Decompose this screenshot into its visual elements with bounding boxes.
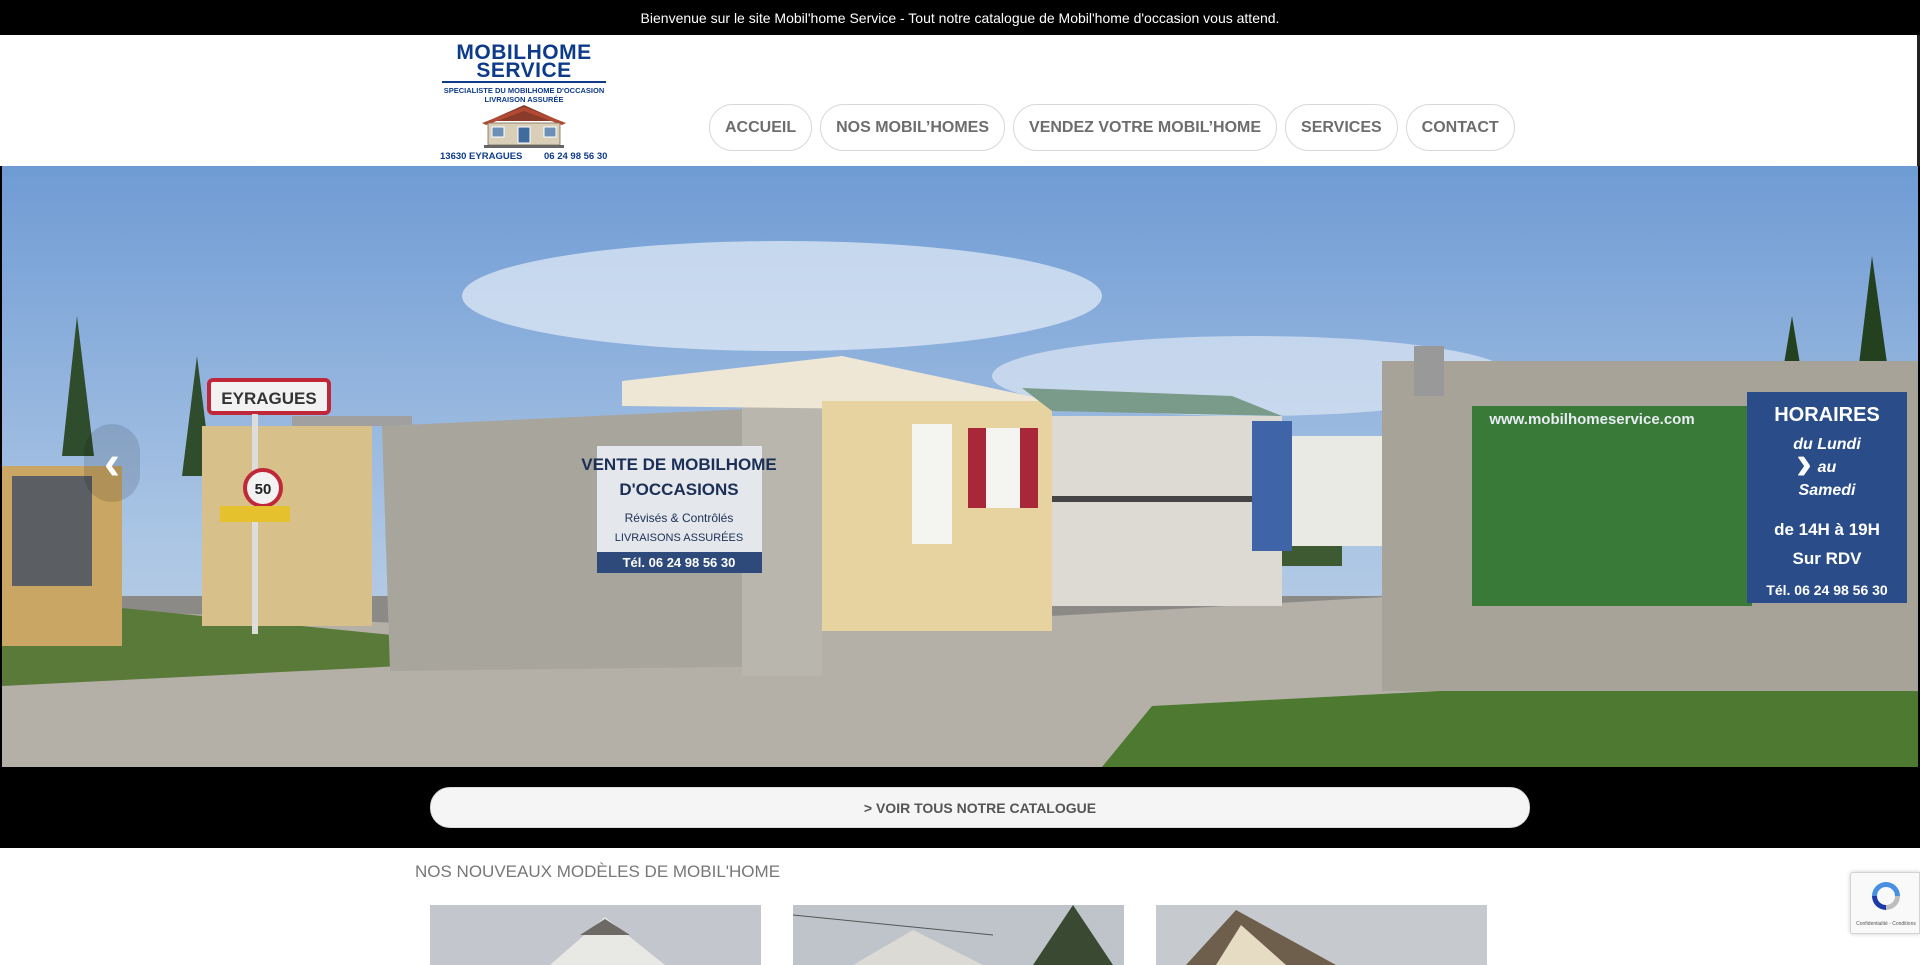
chevron-right-icon: › [1796,436,1812,490]
recaptcha-icon [1872,882,1900,910]
logo-phone: 06 24 98 56 30 [544,151,608,162]
nav-item-nos-mobilhomes[interactable]: NOS MOBIL’HOMES [820,104,1006,151]
banner-url: www.mobilhomeservice.com [1488,411,1694,428]
model-photo [430,905,761,965]
nav-item-accueil[interactable]: ACCUEIL [709,104,813,151]
model-photo [1156,905,1487,965]
banner-line-5: Sur RDV [1793,549,1863,568]
model-card[interactable] [1156,905,1487,965]
hero-photo: VENTE DE MOBILHOME D'OCCASIONS Révisés &… [2,166,1918,767]
banner-line-4: de 14H à 19H [1774,520,1880,539]
announcement-text: Bienvenue sur le site Mobil'home Service… [640,9,1280,26]
logo-divider [442,81,606,83]
recaptcha-badge[interactable]: Confidentialité - Conditions [1850,872,1920,934]
sign-line-4: LIVRAISONS ASSURÉES [615,531,743,544]
sign-line-3: Révisés & Contrôlés [625,511,734,525]
nav-item-contact[interactable]: CONTACT [1405,104,1515,151]
logo-location: 13630 EYRAGUES [440,151,523,162]
house-icon [482,105,566,148]
speed-sign-text: 50 [255,481,272,498]
banner-title: HORAIRES [1774,404,1880,426]
view-catalog-button[interactable]: > VOIR TOUS NOTRE CATALOGUE [430,787,1530,828]
model-card[interactable] [430,905,761,965]
site-header: MOBILHOME SERVICE SPECIALISTE DU MOBILHO… [0,35,1920,166]
slider-next-button[interactable]: › [1776,424,1832,502]
sign-line-2: D'OCCASIONS [619,480,738,499]
sign-phone: Tél. 06 24 98 56 30 [623,555,736,570]
section-title: NOS NOUVEAUX MODÈLES DE MOBIL'HOME [415,862,781,881]
banner-phone: Tél. 06 24 98 56 30 [1766,582,1888,598]
logo-tagline-1: SPECIALISTE DU MOBILHOME D'OCCASION [443,86,605,95]
model-card[interactable] [793,905,1124,965]
new-models-list [430,905,1487,965]
main-nav: ACCUEIL NOS MOBIL’HOMES VENDEZ VOTRE MOB… [709,104,1515,151]
sign-line-1: VENTE DE MOBILHOME [581,455,777,474]
recaptcha-text: Confidentialité - Conditions [1856,921,1916,927]
announcement-bar: Bienvenue sur le site Mobil'home Service… [0,0,1920,35]
nav-item-services[interactable]: SERVICES [1285,104,1398,151]
slider-prev-button[interactable]: ‹ [84,424,140,502]
nav-item-vendez[interactable]: VENDEZ VOTRE MOBIL’HOME [1013,104,1278,151]
town-sign-text: EYRAGUES [221,389,316,408]
logo-line-2: SERVICE [476,59,572,82]
site-logo[interactable]: MOBILHOME SERVICE SPECIALISTE DU MOBILHO… [436,39,612,163]
model-photo [793,905,1124,965]
catalog-strip: > VOIR TOUS NOTRE CATALOGUE [0,767,1920,848]
chevron-left-icon: ‹ [104,436,120,490]
hero-slider: VENTE DE MOBILHOME D'OCCASIONS Révisés &… [0,166,1920,767]
